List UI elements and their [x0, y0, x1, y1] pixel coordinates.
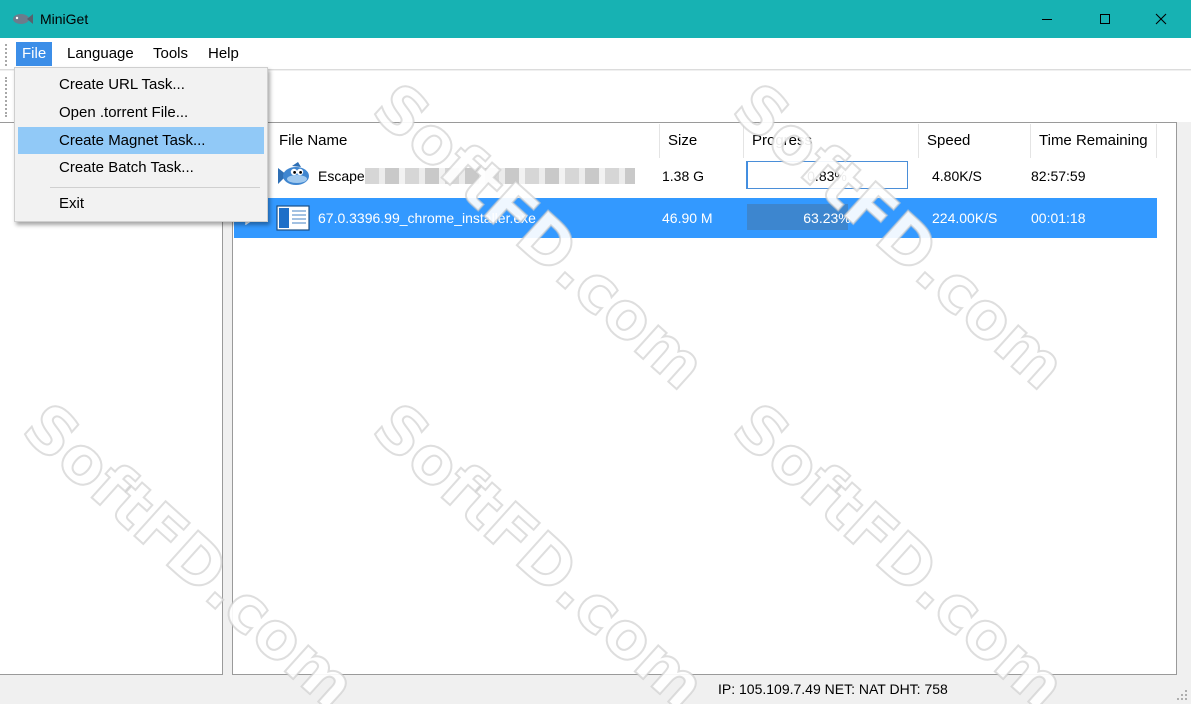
blurred-filename-region [365, 168, 635, 184]
menu-help[interactable]: Help [202, 42, 245, 66]
task-progress-bar: 0.83% [746, 161, 908, 189]
menu-item-open-torrent-file[interactable]: Open .torrent File... [18, 99, 264, 126]
task-time-remaining: 82:57:59 [1031, 168, 1086, 184]
task-progress-bar: 63.23% [746, 203, 908, 231]
task-speed: 4.80K/S [932, 168, 982, 184]
title-bar: MiniGet [0, 0, 1191, 38]
menu-language[interactable]: Language [61, 42, 140, 66]
column-header-speed[interactable]: Speed [919, 124, 1031, 158]
task-speed: 224.00K/S [932, 210, 998, 226]
menu-item-create-batch-task[interactable]: Create Batch Task... [18, 154, 264, 181]
task-time-remaining: 00:01:18 [1031, 210, 1086, 226]
column-header-time-remaining[interactable]: Time Remaining [1031, 124, 1157, 158]
column-header-file-name[interactable]: File Name [271, 124, 660, 158]
menu-bar: File Language Tools Help [0, 38, 1191, 70]
maximize-button[interactable] [1077, 0, 1133, 38]
task-size: 46.90 M [662, 210, 713, 226]
app-logo-icon [13, 14, 33, 24]
menu-item-create-magnet-task[interactable]: Create Magnet Task... [18, 127, 264, 154]
fish-icon [278, 162, 309, 185]
network-status: IP: 105.109.7.49 NET: NAT DHT: 758 [718, 681, 948, 697]
menu-item-create-url-task[interactable]: Create URL Task... [18, 71, 264, 98]
window-title: MiniGet [40, 11, 89, 27]
menu-separator [50, 187, 260, 188]
column-header-progress[interactable]: Progress [744, 124, 919, 158]
menubar-grip[interactable] [5, 44, 7, 66]
close-icon [1155, 13, 1167, 25]
toolbar-grip[interactable] [5, 77, 7, 117]
task-size: 1.38 G [662, 168, 705, 184]
menu-item-exit[interactable]: Exit [18, 190, 264, 217]
minimize-button[interactable] [1019, 0, 1075, 38]
task-progress-label: 0.83% [807, 168, 847, 184]
column-header-size[interactable]: Size [660, 124, 744, 158]
resize-grip-icon[interactable] [1176, 689, 1188, 701]
menu-file[interactable]: File [16, 42, 53, 66]
minimize-icon [1042, 19, 1052, 20]
status-bar: IP: 105.109.7.49 NET: NAT DHT: 758 [0, 675, 1191, 704]
close-button[interactable] [1133, 0, 1189, 38]
task-progress-label: 63.23% [803, 210, 851, 226]
task-file-name: Escape [318, 168, 365, 184]
task-file-name: 67.0.3396.99_chrome_installer.exe [318, 210, 536, 226]
menu-tools[interactable]: Tools [147, 42, 194, 66]
exe-file-icon [276, 205, 310, 231]
task-row[interactable]: Escape 1.38 G 0.83% 4.80K/S 82:57:59 [234, 156, 1157, 196]
maximize-icon [1100, 14, 1110, 24]
task-list[interactable]: File Name Size Progress Speed Time Remai… [232, 122, 1177, 675]
file-menu-dropdown: Create URL Task... Open .torrent File...… [14, 67, 268, 222]
task-row[interactable]: 67.0.3396.99_chrome_installer.exe 46.90 … [234, 198, 1157, 238]
